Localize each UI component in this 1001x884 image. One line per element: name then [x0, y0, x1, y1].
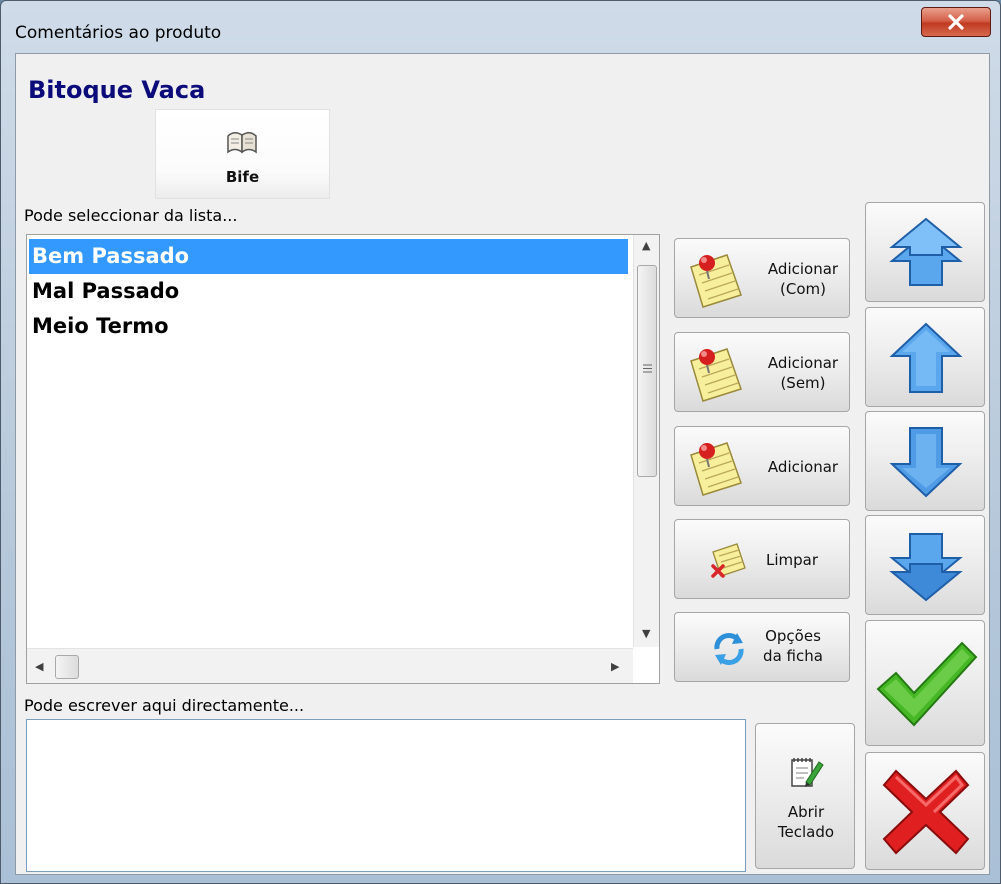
scroll-up-arrow-icon[interactable]: ▲ — [642, 239, 650, 252]
list-item[interactable]: Bem Passado — [29, 239, 628, 274]
pinned-note-icon — [690, 442, 742, 496]
scroll-left-arrow-icon[interactable]: ◀ — [35, 660, 43, 673]
add-with-button[interactable]: Adicionar (Com) — [674, 238, 850, 318]
free-text-caption: Pode escrever aqui directamente... — [24, 696, 305, 715]
sheet-options-button[interactable]: Opções da ficha — [674, 612, 850, 682]
down-arrow-icon — [889, 427, 963, 498]
up-button[interactable] — [865, 307, 985, 407]
close-button[interactable] — [921, 7, 991, 37]
clear-note-icon — [711, 543, 746, 578]
pinned-note-icon — [690, 348, 742, 402]
title-bar[interactable]: Comentários ao produto — [1, 1, 1000, 47]
last-item-button[interactable] — [865, 515, 985, 615]
open-keyboard-button[interactable]: Abrir Teclado — [755, 723, 855, 869]
pinned-note-icon — [690, 254, 742, 308]
dialog-body: Bitoque Vaca Bife Pode seleccionar da li… — [15, 53, 990, 875]
down-button[interactable] — [865, 411, 985, 511]
add-without-button[interactable]: Adicionar (Sem) — [674, 332, 850, 412]
add-label: Adicionar — [767, 458, 839, 476]
book-icon — [227, 132, 257, 154]
window-title: Comentários ao produto — [15, 23, 222, 43]
open-keyboard-label-1: Abrir — [787, 803, 825, 821]
list-item[interactable]: Meio Termo — [29, 309, 628, 344]
refresh-icon — [714, 633, 744, 665]
double-up-arrow-icon — [889, 217, 963, 286]
clear-button[interactable]: Limpar — [674, 519, 850, 599]
comments-listbox[interactable]: Bem Passado Mal Passado Meio Termo ▲ ▼ ◀… — [26, 234, 660, 684]
comment-text-field[interactable] — [26, 719, 746, 872]
double-down-arrow-icon — [889, 533, 963, 602]
vertical-scroll-thumb[interactable] — [637, 265, 657, 477]
add-with-label-1: Adicionar — [767, 260, 839, 278]
cancel-button[interactable] — [865, 752, 985, 870]
sheet-options-label-1: Opções — [765, 627, 821, 645]
vertical-scrollbar[interactable]: ▲ ▼ — [633, 235, 659, 647]
check-icon — [876, 641, 978, 727]
close-icon — [948, 14, 964, 30]
add-button[interactable]: Adicionar — [674, 426, 850, 506]
sheet-options-label-2: da ficha — [763, 647, 823, 665]
cross-icon — [882, 769, 970, 855]
add-with-label-2: (Com) — [780, 280, 826, 298]
dialog-window: Comentários ao produto Bitoque Vaca Bife… — [0, 0, 1001, 884]
category-button-label: Bife — [225, 168, 260, 186]
notepad-pencil-icon — [791, 758, 824, 787]
add-without-label-2: (Sem) — [780, 374, 826, 392]
add-without-label-1: Adicionar — [767, 354, 839, 372]
up-arrow-icon — [889, 322, 963, 393]
confirm-button[interactable] — [865, 620, 985, 746]
scroll-right-arrow-icon[interactable]: ▶ — [611, 660, 619, 673]
list-item[interactable]: Mal Passado — [29, 274, 628, 309]
product-name: Bitoque Vaca — [28, 76, 206, 104]
horizontal-scroll-thumb[interactable] — [55, 655, 79, 679]
list-caption: Pode seleccionar da lista... — [24, 206, 238, 225]
first-item-button[interactable] — [865, 202, 985, 302]
category-button-bife[interactable]: Bife — [155, 109, 330, 199]
clear-label: Limpar — [765, 551, 819, 569]
open-keyboard-label-2: Teclado — [777, 823, 835, 841]
scroll-down-arrow-icon[interactable]: ▼ — [642, 627, 650, 640]
grip-icon — [643, 364, 652, 373]
horizontal-scrollbar[interactable]: ◀ ▶ — [27, 648, 633, 683]
